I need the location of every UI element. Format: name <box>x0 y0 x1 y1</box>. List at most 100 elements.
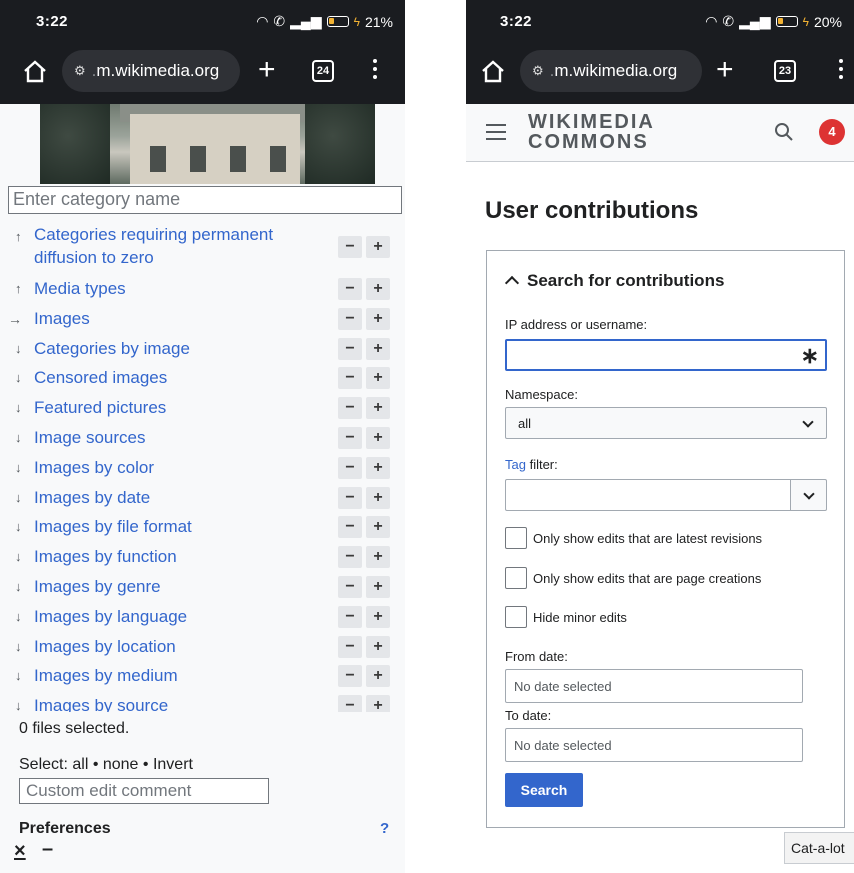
add-category-button[interactable]: + <box>366 575 390 598</box>
category-link[interactable]: Categories requiring permanent diffusion… <box>34 223 294 269</box>
new-tab-icon[interactable]: + <box>258 50 276 90</box>
latest-revisions-label[interactable]: Only show edits that are latest revision… <box>533 531 762 546</box>
remove-category-button[interactable]: − <box>338 486 362 509</box>
remove-category-button[interactable]: − <box>338 635 362 658</box>
tab-switcher-button[interactable]: 24 <box>312 60 334 82</box>
overflow-menu-icon[interactable] <box>372 56 378 86</box>
form-legend[interactable]: Search for contributions <box>504 271 724 291</box>
category-link[interactable]: Images by location <box>34 635 294 658</box>
add-category-button[interactable]: + <box>366 456 390 479</box>
username-input[interactable]: ∗ <box>505 339 827 371</box>
new-tab-icon[interactable]: + <box>716 50 734 90</box>
category-link[interactable]: Categories by image <box>34 337 294 360</box>
menu-icon[interactable] <box>486 124 506 140</box>
category-link[interactable]: Censored images <box>34 366 294 389</box>
remove-category-button[interactable]: − <box>338 665 362 688</box>
namespace-select[interactable]: all <box>505 407 827 439</box>
category-link[interactable]: Images by source <box>34 694 294 712</box>
add-category-button[interactable]: + <box>366 278 390 300</box>
category-buttons: − + <box>338 278 390 300</box>
category-buttons: − + <box>338 665 390 688</box>
add-category-button[interactable]: + <box>366 307 390 330</box>
add-category-button[interactable]: + <box>366 665 390 688</box>
category-link[interactable]: Images by date <box>34 486 294 509</box>
category-link[interactable]: Media types <box>34 277 294 300</box>
category-buttons: − + <box>338 546 390 569</box>
search-icon[interactable] <box>774 122 794 142</box>
call-icon: ✆ <box>273 13 286 29</box>
remove-category-button[interactable]: − <box>338 695 362 712</box>
remove-category-button[interactable]: − <box>338 337 362 360</box>
battery-icon <box>326 16 349 27</box>
remove-category-button[interactable]: − <box>338 546 362 569</box>
add-category-button[interactable]: + <box>366 486 390 509</box>
tab-switcher-button[interactable]: 23 <box>774 60 796 82</box>
category-link[interactable]: Images by medium <box>34 664 294 687</box>
category-link[interactable]: Featured pictures <box>34 396 294 419</box>
category-link[interactable]: Images by file format <box>34 515 294 538</box>
minimize-icon[interactable]: – <box>42 838 53 861</box>
required-icon: ∗ <box>800 343 819 368</box>
hide-minor-checkbox[interactable] <box>505 606 527 628</box>
select-links[interactable]: Select: all • none • Invert <box>19 756 193 774</box>
tag-filter-dropdown[interactable] <box>790 479 827 511</box>
cat-a-lot-tab[interactable]: Cat-a-lot <box>784 832 854 864</box>
tag-filter-label: Tag filter: <box>505 457 558 472</box>
latest-revisions-checkbox[interactable] <box>505 527 527 549</box>
tag-filter-input[interactable] <box>505 479 791 511</box>
overflow-menu-icon[interactable] <box>838 56 844 86</box>
category-direction-icon: ↓ <box>15 608 22 624</box>
site-settings-icon[interactable]: ⚙ <box>74 63 86 79</box>
close-icon[interactable]: × <box>14 840 26 863</box>
category-link[interactable]: Images by function <box>34 545 294 568</box>
category-link[interactable]: Images by color <box>34 456 294 479</box>
clock: 3:22 <box>36 13 69 30</box>
remove-category-button[interactable]: − <box>338 367 362 390</box>
home-icon[interactable] <box>480 58 506 84</box>
remove-category-button[interactable]: − <box>338 278 362 300</box>
category-link[interactable]: Images <box>34 307 294 330</box>
add-category-button[interactable]: + <box>366 337 390 360</box>
category-link[interactable]: Images by language <box>34 605 294 628</box>
tree-shape <box>305 104 375 184</box>
remove-category-button[interactable]: − <box>338 307 362 330</box>
add-category-button[interactable]: + <box>366 695 390 712</box>
add-category-button[interactable]: + <box>366 546 390 569</box>
add-category-button[interactable]: + <box>366 426 390 449</box>
page-creations-checkbox[interactable] <box>505 567 527 589</box>
page-creations-label[interactable]: Only show edits that are page creations <box>533 571 761 586</box>
edit-comment-input[interactable]: Custom edit comment <box>19 778 269 804</box>
tag-link[interactable]: Tag <box>505 457 526 472</box>
notifications-badge[interactable]: 4 <box>819 119 845 145</box>
site-logo[interactable]: WIKIMEDIA COMMONS <box>528 112 655 152</box>
namespace-value: all <box>518 416 532 431</box>
add-category-button[interactable]: + <box>366 516 390 539</box>
remove-category-button[interactable]: − <box>338 516 362 539</box>
remove-category-button[interactable]: − <box>338 456 362 479</box>
category-link[interactable]: Images by genre <box>34 575 294 598</box>
category-buttons: − + <box>338 486 390 509</box>
add-category-button[interactable]: + <box>366 367 390 390</box>
preferences-link[interactable]: Preferences <box>19 820 111 838</box>
remove-category-button[interactable]: − <box>338 605 362 628</box>
remove-category-button[interactable]: − <box>338 426 362 449</box>
from-date-input[interactable]: No date selected <box>505 669 803 703</box>
site-settings-icon[interactable]: ⚙ <box>532 63 544 79</box>
category-input[interactable]: Enter category name <box>8 186 402 214</box>
remove-category-button[interactable]: − <box>338 397 362 420</box>
search-button[interactable]: Search <box>505 773 583 807</box>
hide-minor-label[interactable]: Hide minor edits <box>533 610 627 625</box>
add-category-button[interactable]: + <box>366 236 390 258</box>
address-bar[interactable]: ⚙ . m.wikimedia.org <box>520 50 702 92</box>
address-bar[interactable]: ⚙ . m.wikimedia.org <box>62 50 240 92</box>
remove-category-button[interactable]: − <box>338 575 362 598</box>
add-category-button[interactable]: + <box>366 605 390 628</box>
to-date-input[interactable]: No date selected <box>505 728 803 762</box>
category-link[interactable]: Image sources <box>34 426 294 449</box>
home-icon[interactable] <box>22 58 48 84</box>
add-category-button[interactable]: + <box>366 635 390 658</box>
remove-category-button[interactable]: − <box>338 236 362 258</box>
category-buttons: − + <box>338 367 390 390</box>
help-link[interactable]: ? <box>380 820 389 837</box>
add-category-button[interactable]: + <box>366 397 390 420</box>
